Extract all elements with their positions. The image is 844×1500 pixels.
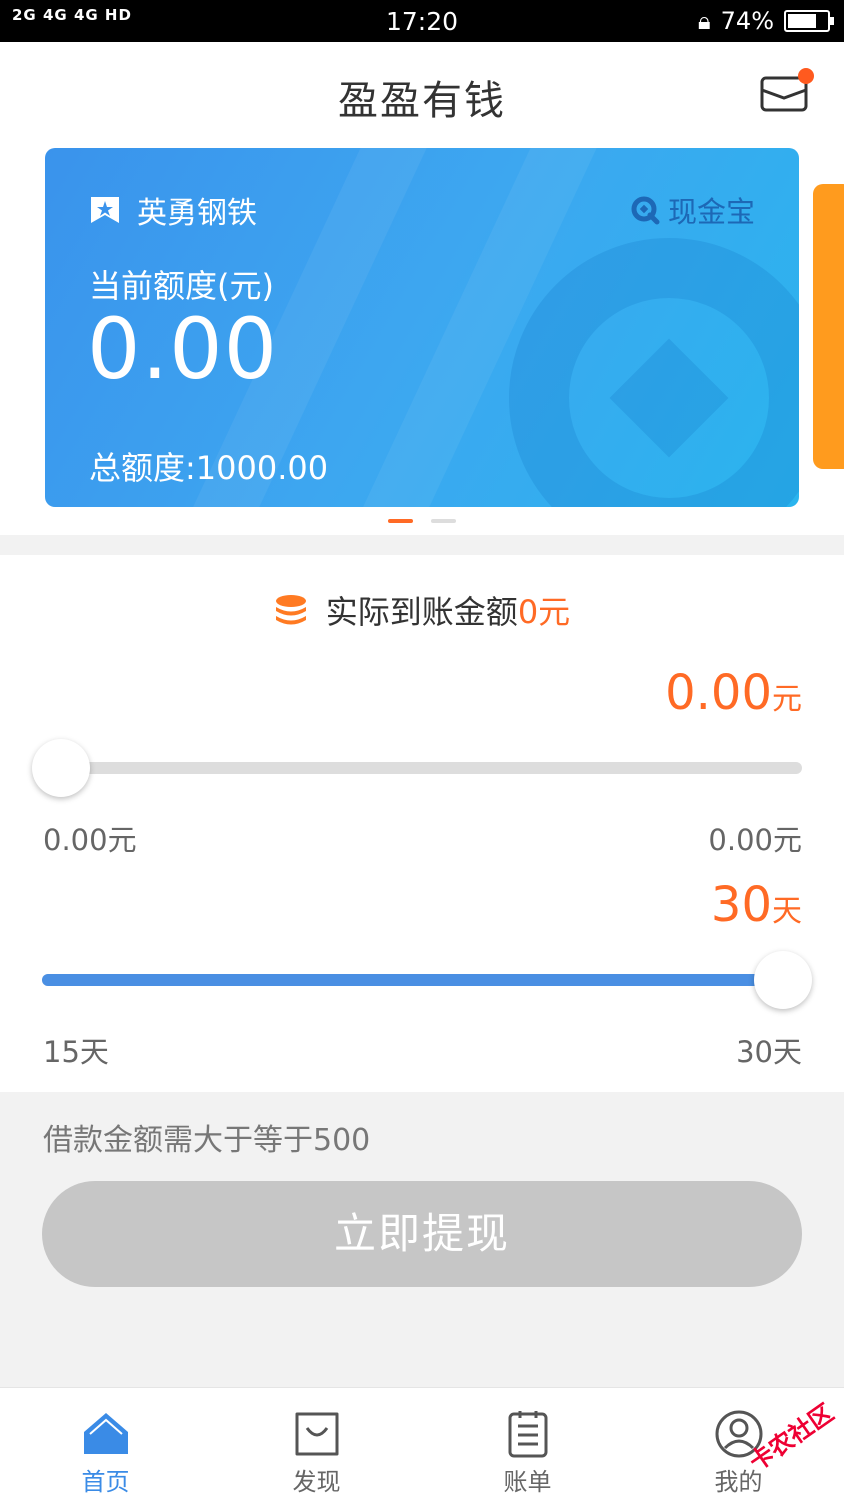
bag-icon [295,1412,338,1456]
amount-value: 0.00 [665,665,772,721]
home-icon [83,1413,128,1454]
rotation-lock-icon: 🔒︎ [697,7,711,35]
tab-label: 账单 [503,1468,552,1496]
amount-display: 0.00元 [665,665,802,721]
bottom-tab-bar: 首页 发现 账单 我的 [0,1387,844,1500]
arrival-value: 0元 [517,593,571,631]
status-right: 🔒︎ 74% [697,7,834,35]
tab-bills[interactable]: 账单 [422,1388,633,1500]
amount-slider-handle[interactable] [32,739,90,797]
amount-unit: 元 [772,682,802,717]
days-slider-fill [42,974,802,986]
tab-home[interactable]: 首页 [0,1388,211,1500]
days-min: 15天 [43,1035,109,1069]
days-slider[interactable] [42,974,802,986]
tab-label: 首页 [81,1468,130,1496]
min-amount-note: 借款金额需大于等于500 [43,1123,371,1158]
bookmark-star-icon [91,197,119,223]
carousel-indicator [0,519,844,523]
total-credit: 总额度:1000.00 [89,449,329,487]
unread-badge [798,68,814,84]
page-dot [431,519,456,523]
tab-label: 发现 [292,1468,341,1496]
withdraw-button[interactable]: 立即提现 [42,1181,802,1287]
page-dot [388,519,413,523]
days-max: 30天 [736,1035,802,1069]
days-value: 30 [710,877,772,933]
brand-label: 现金宝 [667,195,755,229]
tab-discover[interactable]: 发现 [211,1388,422,1500]
days-slider-handle[interactable] [754,951,812,1009]
bill-icon [508,1411,547,1458]
amount-slider[interactable] [42,762,802,774]
app-header: 盈盈有钱 [0,42,844,137]
message-button[interactable] [760,68,814,112]
days-unit: 天 [772,894,802,929]
credit-card[interactable]: 英勇钢铁 现金宝 当前额度(元) 0.00 总额度:1000.00 [45,148,799,507]
actual-arrival: 实际到账金额0元 [0,587,844,633]
product-brand: 现金宝 [630,189,755,231]
coins-icon [275,595,306,625]
coin-watermark-icon [509,238,799,507]
next-card-peek[interactable] [813,184,844,469]
company-label: 英勇钢铁 [137,196,257,231]
current-credit-value: 0.00 [87,300,279,398]
battery-icon [784,10,834,32]
app-title: 盈盈有钱 [338,78,506,124]
credit-carousel[interactable]: 英勇钢铁 现金宝 当前额度(元) 0.00 总额度:1000.00 [0,137,844,535]
days-display: 30天 [711,877,802,933]
arrival-label: 实际到账金额 [325,593,518,631]
status-bar: 2G 4G 4G HD 17:20 🔒︎ 74% [0,0,844,42]
cash-logo-icon [631,196,660,225]
battery-percent: 74% [720,7,774,35]
amount-max: 0.00元 [708,823,802,857]
company-name: 英勇钢铁 [89,188,257,232]
amount-min: 0.00元 [43,823,137,857]
withdraw-panel: 实际到账金额0元 0.00元 0.00元 0.00元 30天 15天 30天 [0,555,844,1092]
